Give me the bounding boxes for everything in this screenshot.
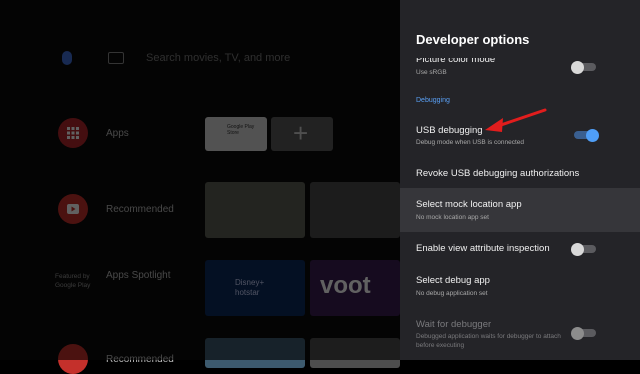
annotation-arrow-icon [485,108,547,132]
